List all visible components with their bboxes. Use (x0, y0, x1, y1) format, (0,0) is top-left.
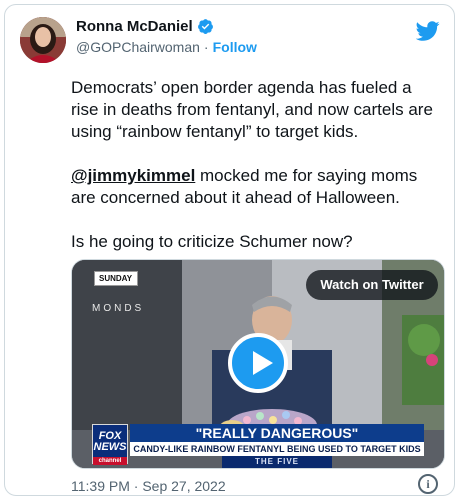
fox-news-logo: FOX NEWS channel (92, 424, 128, 465)
play-icon[interactable] (228, 333, 288, 393)
show-name: THE FIVE (222, 456, 332, 468)
separator-dot: · (203, 39, 209, 55)
headline-banner: "REALLY DANGEROUS" (130, 424, 424, 442)
tweet-paragraph: Is he going to criticize Schumer now? (71, 232, 353, 251)
backdrop-text: MONDS (92, 303, 145, 314)
subheadline-banner: CANDY-LIKE RAINBOW FENTANYL BEING USED T… (130, 442, 424, 456)
tweet-text: Democrats’ open border agenda has fueled… (71, 77, 441, 275)
tweet-timestamp[interactable]: 11:39 PM · Sep 27, 2022 (71, 478, 226, 494)
tweet-paragraph: Democrats’ open border agenda has fueled… (71, 78, 433, 141)
watch-on-twitter-button[interactable]: Watch on Twitter (306, 270, 438, 300)
network-sub-text: channel (93, 457, 127, 465)
twitter-bird-icon[interactable] (416, 19, 440, 43)
follow-button[interactable]: Follow (213, 39, 257, 55)
verified-badge-icon (197, 19, 213, 35)
show-tag: SUNDAY (94, 271, 139, 286)
network-logo-text: FOX NEWS (93, 430, 127, 453)
tweet-card[interactable]: Ronna McDaniel @GOPChairwoman · Follow D… (4, 4, 455, 496)
mention-link[interactable]: @jimmykimmel (71, 166, 195, 185)
author-name[interactable]: Ronna McDaniel (76, 18, 193, 35)
info-icon[interactable]: i (418, 474, 438, 494)
avatar[interactable] (20, 17, 66, 63)
tweet-paragraph: @jimmykimmel mocked me for saying moms a… (71, 165, 441, 209)
news-lower-third: FOX NEWS channel "REALLY DANGEROUS" CAND… (72, 422, 444, 468)
video-player[interactable]: SUNDAY MONDS Watch on Twitter FOX NEWS c… (71, 259, 445, 469)
author-info: Ronna McDaniel @GOPChairwoman · Follow (76, 18, 257, 55)
author-handle[interactable]: @GOPChairwoman (76, 39, 200, 55)
